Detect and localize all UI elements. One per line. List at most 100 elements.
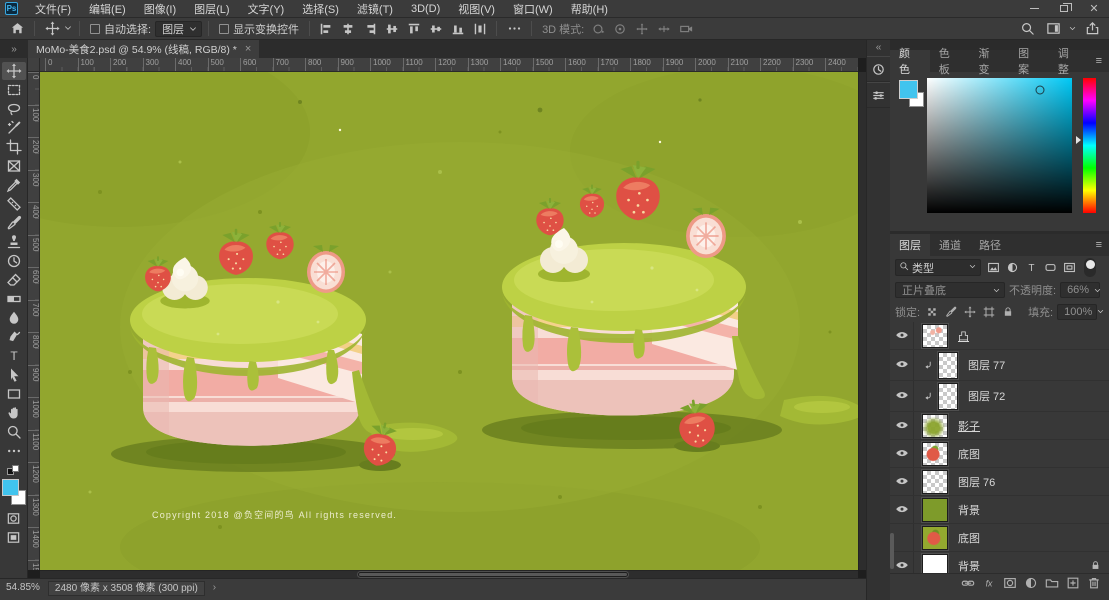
- toolbar-collapse-chevron[interactable]: »: [0, 40, 28, 58]
- filter-smart-button[interactable]: [1060, 259, 1078, 276]
- layer-name[interactable]: 图层 72: [968, 388, 1005, 404]
- clone-stamp-tool[interactable]: [2, 233, 26, 251]
- blend-mode-dropdown[interactable]: 正片叠底: [895, 282, 1005, 298]
- horizontal-scroll-thumb[interactable]: [357, 571, 629, 578]
- menu-window[interactable]: 窗口(W): [504, 0, 562, 17]
- screen-mode-button[interactable]: [2, 528, 26, 546]
- layer-row[interactable]: 底图: [890, 440, 1109, 468]
- tool-preset-chevron[interactable]: [63, 20, 73, 38]
- filter-shape-button[interactable]: [1041, 259, 1059, 276]
- auto-select-checkbox[interactable]: [90, 23, 100, 34]
- canvas-vertical-scrollbar[interactable]: [858, 72, 874, 570]
- foreground-color-swatch[interactable]: [1, 479, 19, 496]
- layer-name[interactable]: 底图: [958, 446, 980, 462]
- color-tab-2[interactable]: 色板: [930, 48, 970, 76]
- crop-tool[interactable]: [2, 138, 26, 156]
- lasso-tool[interactable]: [2, 100, 26, 118]
- menu-select[interactable]: 选择(S): [293, 0, 348, 17]
- menu-file[interactable]: 文件(F): [26, 0, 80, 17]
- layer-row[interactable]: 影子: [890, 412, 1109, 440]
- menu-view[interactable]: 视图(V): [449, 0, 504, 17]
- close-button[interactable]: ✕: [1079, 0, 1109, 17]
- 3d-roll-button[interactable]: [610, 20, 630, 38]
- layer-thumbnail[interactable]: [921, 524, 949, 551]
- history-brush-tool[interactable]: [2, 252, 26, 270]
- layer-row[interactable]: 图层 76: [890, 468, 1109, 496]
- align-middle-v-button[interactable]: [382, 20, 402, 38]
- layer-thumbnail[interactable]: [921, 468, 949, 495]
- color-field-marker[interactable]: [1035, 85, 1045, 95]
- visibility-toggle[interactable]: [890, 440, 914, 467]
- vertical-ruler[interactable]: 0 100 200 300 400 500 600 700 800 900 1000 1100 1200…: [28, 72, 40, 570]
- lock-move-button[interactable]: [962, 304, 978, 320]
- saturation-brightness-field[interactable]: [927, 78, 1072, 213]
- panel-history-button[interactable]: [866, 56, 891, 82]
- layer-row[interactable]: 图层 72: [890, 381, 1109, 412]
- layer-name[interactable]: 图层 76: [958, 474, 995, 490]
- align-right-button[interactable]: [360, 20, 380, 38]
- new-adjustment-button[interactable]: [1022, 575, 1040, 591]
- layer-row[interactable]: 凸: [890, 322, 1109, 350]
- layer-thumbnail[interactable]: [921, 322, 949, 349]
- ruler-origin-corner[interactable]: [28, 58, 40, 72]
- menu-filter[interactable]: 滤镜(T): [348, 0, 402, 17]
- layer-name[interactable]: 背景: [958, 558, 980, 574]
- layer-name[interactable]: 影子: [958, 418, 980, 434]
- align-bottom-button[interactable]: [448, 20, 468, 38]
- eraser-tool[interactable]: [2, 271, 26, 289]
- visibility-toggle[interactable]: [890, 350, 914, 380]
- filter-toggle-switch[interactable]: [1084, 258, 1096, 277]
- status-menu-chevron[interactable]: ›: [213, 581, 216, 593]
- hand-tool[interactable]: [2, 404, 26, 422]
- layer-name[interactable]: 背景: [958, 502, 980, 518]
- dock-collapse-chevron[interactable]: «: [876, 40, 882, 54]
- search-button[interactable]: [1016, 20, 1038, 38]
- visibility-toggle[interactable]: [890, 468, 914, 495]
- pen-tool[interactable]: [2, 328, 26, 346]
- layer-thumbnail[interactable]: [921, 496, 949, 523]
- layers-tab-1[interactable]: 图层: [890, 234, 930, 256]
- edit-toolbar[interactable]: [2, 442, 26, 460]
- default-colors-icon[interactable]: [6, 465, 21, 477]
- 3d-orbit-button[interactable]: [588, 20, 608, 38]
- frame-tool[interactable]: [2, 157, 26, 175]
- layers-tab-2[interactable]: 通道: [930, 234, 970, 256]
- filter-pixel-button[interactable]: [984, 259, 1002, 276]
- current-tool-icon[interactable]: [41, 20, 63, 38]
- menu-3d[interactable]: 3D(D): [402, 0, 449, 17]
- show-transform-checkbox[interactable]: [219, 23, 230, 34]
- lock-artboard-button[interactable]: [981, 304, 997, 320]
- new-group-button[interactable]: [1043, 575, 1061, 591]
- layer-filter-type-dropdown[interactable]: 类型: [895, 259, 981, 276]
- visibility-toggle[interactable]: [890, 381, 914, 411]
- layer-row[interactable]: 图层 77: [890, 350, 1109, 381]
- add-mask-button[interactable]: [1001, 575, 1019, 591]
- 3d-slide-button[interactable]: [654, 20, 674, 38]
- hue-slider[interactable]: [1083, 78, 1096, 213]
- quick-mask-button[interactable]: [2, 509, 26, 527]
- workspace-chevron[interactable]: [1068, 20, 1077, 38]
- 3d-zoom-button[interactable]: [676, 20, 696, 38]
- eyedropper-tool[interactable]: [2, 176, 26, 194]
- filter-type-button[interactable]: T: [1022, 259, 1040, 276]
- layer-effects-button[interactable]: fx: [980, 575, 998, 591]
- layer-name[interactable]: 图层 77: [968, 357, 1005, 373]
- canvas-horizontal-scrollbar[interactable]: [40, 570, 858, 578]
- align-center-v-button[interactable]: [426, 20, 446, 38]
- align-left-button[interactable]: [316, 20, 336, 38]
- menu-image[interactable]: 图像(I): [135, 0, 185, 17]
- healing-brush-tool[interactable]: [2, 195, 26, 213]
- layer-scroll-thumb[interactable]: [890, 533, 894, 569]
- share-button[interactable]: [1081, 20, 1103, 38]
- layer-thumbnail[interactable]: [921, 412, 949, 439]
- hue-slider-arrow[interactable]: [1076, 136, 1081, 144]
- layer-row[interactable]: 背景: [890, 496, 1109, 524]
- color-tab-4[interactable]: 图案: [1009, 48, 1049, 76]
- layer-row[interactable]: 底图: [890, 524, 1109, 552]
- brush-tool[interactable]: [2, 214, 26, 232]
- zoom-tool[interactable]: [2, 423, 26, 441]
- document-tab[interactable]: MoMo-美食2.psd @ 54.9% (线稿, RGB/8) * ×: [28, 40, 260, 58]
- lock-transparent-button[interactable]: [924, 304, 940, 320]
- link-layers-button[interactable]: [959, 575, 977, 591]
- menu-type[interactable]: 文字(Y): [239, 0, 294, 17]
